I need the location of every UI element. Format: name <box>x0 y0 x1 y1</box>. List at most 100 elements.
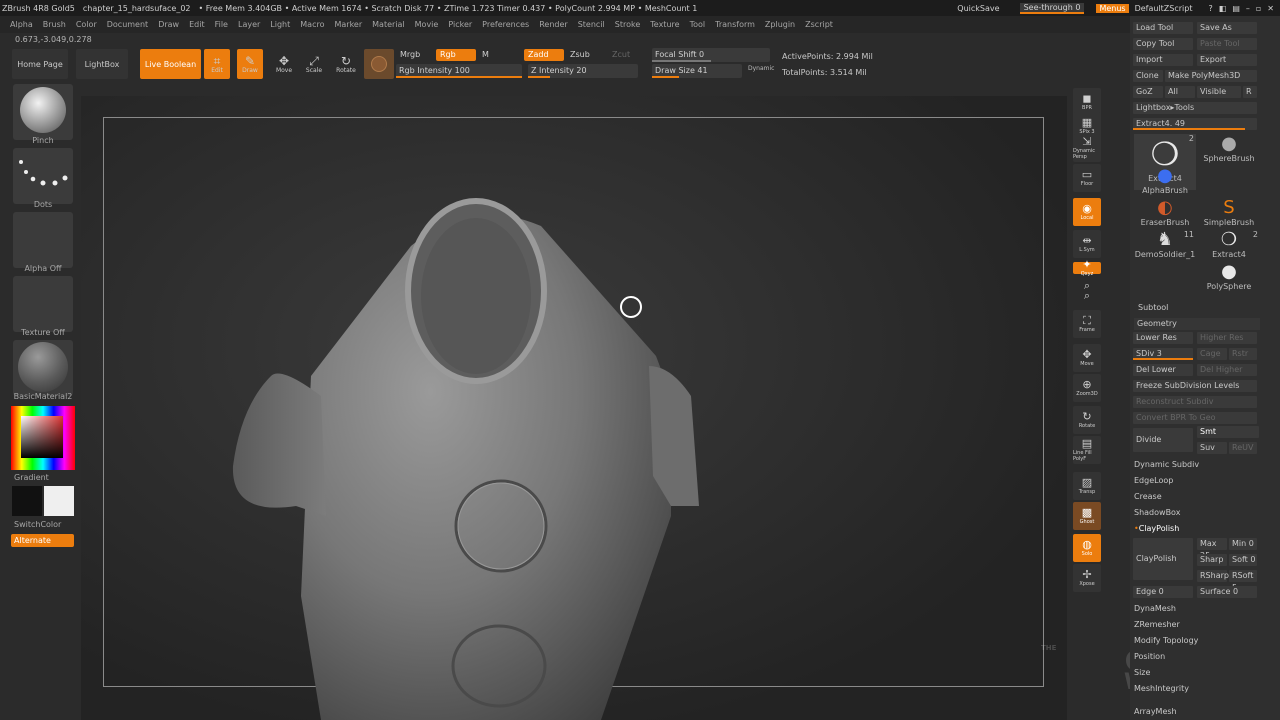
viewport-button-transp[interactable]: ▨ Transp <box>1073 472 1101 500</box>
soft-slider[interactable]: Soft 0 <box>1229 554 1257 566</box>
divide-button[interactable]: Divide <box>1133 428 1193 452</box>
menu-preferences[interactable]: Preferences <box>482 20 529 29</box>
viewport-button-line-fill-polyf[interactable]: ▤ Line Fill PolyF <box>1073 436 1101 464</box>
menu-draw[interactable]: Draw <box>158 20 179 29</box>
menu-movie[interactable]: Movie <box>415 20 439 29</box>
modify-topology-header[interactable]: Modify Topology <box>1134 635 1198 647</box>
crease-header[interactable]: Crease <box>1134 491 1162 503</box>
help-icon[interactable]: ? <box>1209 4 1213 13</box>
viewport-button-ghost[interactable]: ▩ Ghost <box>1073 502 1101 530</box>
viewport-button-rotate[interactable]: ↻ Rotate <box>1073 406 1101 434</box>
minimize-icon[interactable]: – <box>1246 4 1250 13</box>
viewport-button-icon-8[interactable]: ⌕ <box>1073 290 1101 302</box>
visible-button[interactable]: Visible <box>1197 86 1241 98</box>
sculpt-model[interactable] <box>81 96 1067 720</box>
zcut-button[interactable]: Zcut <box>608 49 634 61</box>
menu-macro[interactable]: Macro <box>300 20 324 29</box>
menu-zscript[interactable]: Zscript <box>805 20 833 29</box>
sharp-slider[interactable]: Sharp <box>1197 554 1227 566</box>
see-through-slider[interactable]: See-through 0 <box>1019 2 1085 14</box>
tool-thumbnail-polysphere[interactable]: ● PolySphere <box>1198 262 1260 292</box>
brush-thumbnail[interactable] <box>13 84 73 140</box>
menu-marker[interactable]: Marker <box>334 20 362 29</box>
menu-transform[interactable]: Transform <box>715 20 755 29</box>
size-header[interactable]: Size <box>1134 667 1150 679</box>
zadd-button[interactable]: Zadd <box>524 49 564 61</box>
geometry-header[interactable]: Geometry <box>1134 318 1260 330</box>
tool-thumbnail-alphabrush[interactable]: ● AlphaBrush <box>1134 166 1196 196</box>
zsub-button[interactable]: Zsub <box>566 49 594 61</box>
canvas-viewport[interactable]: THE <box>81 96 1067 720</box>
goz-button[interactable]: GoZ <box>1133 86 1163 98</box>
subtool-header[interactable]: Subtool <box>1138 302 1168 314</box>
edit-button[interactable]: ⌗ Edit <box>204 49 230 79</box>
viewport-button-xpose[interactable]: ✢ Xpose <box>1073 564 1101 592</box>
z-intensity-slider[interactable]: Z Intensity 20 <box>528 64 638 78</box>
del-higher-button[interactable]: Del Higher <box>1197 364 1257 376</box>
tool-thumbnail-extract4[interactable]: ❍ Extract4 2 <box>1198 230 1260 260</box>
viewport-button-dynamic-persp[interactable]: ⇲ Dynamic Persp <box>1073 134 1101 162</box>
restore-icon[interactable]: ▫ <box>1256 4 1261 13</box>
max-slider[interactable]: Max 25 <box>1197 538 1227 560</box>
draw-button[interactable]: ✎ Draw <box>237 49 263 79</box>
sdiv-slider[interactable]: SDiv 3 <box>1133 348 1193 360</box>
home-page-button[interactable]: Home Page <box>12 49 68 79</box>
live-boolean-button[interactable]: Live Boolean <box>140 49 201 79</box>
viewport-button-floor[interactable]: ▭ Floor <box>1073 164 1101 192</box>
menu-tool[interactable]: Tool <box>690 20 706 29</box>
mrgb-button[interactable]: Mrgb <box>396 49 424 61</box>
reuv-button[interactable]: ReUV <box>1229 442 1257 454</box>
copy-tool-button[interactable]: Copy Tool <box>1133 38 1193 50</box>
rgb-button[interactable]: Rgb <box>436 49 476 61</box>
menu-layer[interactable]: Layer <box>238 20 260 29</box>
menu-color[interactable]: Color <box>76 20 97 29</box>
menu-alpha[interactable]: Alpha <box>10 20 33 29</box>
make-polymesh-button[interactable]: Make PolyMesh3D <box>1165 70 1257 82</box>
lightbox-button[interactable]: LightBox <box>76 49 128 79</box>
menu-picker[interactable]: Picker <box>448 20 472 29</box>
menu-light[interactable]: Light <box>270 20 290 29</box>
stroke-thumbnail[interactable] <box>13 148 73 204</box>
min-slider[interactable]: Min 0 <box>1229 538 1257 550</box>
color-picker[interactable] <box>11 406 75 470</box>
draw-size-slider[interactable]: Draw Size 41 <box>652 64 742 78</box>
rstr-button[interactable]: Rstr <box>1229 348 1257 360</box>
save-as-button[interactable]: Save As <box>1197 22 1257 34</box>
menu-file[interactable]: File <box>215 20 228 29</box>
menu-stencil[interactable]: Stencil <box>578 20 605 29</box>
main-color-swatch[interactable] <box>44 486 74 516</box>
interface-icon[interactable]: ◧ <box>1219 4 1227 13</box>
viewport-button-qxyz[interactable]: ✦ Qxyz <box>1073 259 1101 277</box>
rgb-intensity-slider[interactable]: Rgb Intensity 100 <box>396 64 522 78</box>
menu-zplugin[interactable]: Zplugin <box>765 20 795 29</box>
viewport-button-l-sym[interactable]: ⇹ L.Sym <box>1073 230 1101 258</box>
m-button[interactable]: M <box>478 49 493 61</box>
r-button[interactable]: R <box>1243 86 1257 98</box>
close-icon[interactable]: ✕ <box>1267 4 1274 13</box>
lock-icon[interactable]: ▤ <box>1232 4 1240 13</box>
alpha-thumbnail[interactable] <box>13 212 73 268</box>
tool-thumbnail-simplebrush[interactable]: S SimpleBrush <box>1198 198 1260 228</box>
dynamic-toggle[interactable]: Dynamic <box>748 65 774 72</box>
current-tool-slider[interactable]: Extract4. 49 <box>1133 118 1257 130</box>
clone-button[interactable]: Clone <box>1133 70 1163 82</box>
menu-texture[interactable]: Texture <box>650 20 679 29</box>
shadowbox-header[interactable]: ShadowBox <box>1134 507 1180 519</box>
rsoft-slider[interactable]: RSoft 5 <box>1229 570 1257 592</box>
viewport-button-local[interactable]: ◉ Local <box>1073 198 1101 226</box>
menu-stroke[interactable]: Stroke <box>615 20 641 29</box>
menu-edit[interactable]: Edit <box>189 20 205 29</box>
dynamesh-header[interactable]: DynaMesh <box>1134 603 1176 615</box>
menu-render[interactable]: Render <box>539 20 567 29</box>
edge-slider[interactable]: Edge 0 <box>1133 586 1193 598</box>
viewport-button-move[interactable]: ✥ Move <box>1073 344 1101 372</box>
menu-brush[interactable]: Brush <box>43 20 66 29</box>
all-button[interactable]: All <box>1165 86 1195 98</box>
meshintegrity-header[interactable]: MeshIntegrity <box>1134 683 1189 695</box>
tool-thumbnail-spherebrush[interactable]: ● SphereBrush <box>1198 134 1260 164</box>
material-thumbnail[interactable] <box>13 340 73 396</box>
cage-button[interactable]: Cage <box>1197 348 1227 360</box>
import-button[interactable]: Import <box>1133 54 1193 66</box>
del-lower-button[interactable]: Del Lower <box>1133 364 1193 376</box>
arraymesh-header[interactable]: ArrayMesh <box>1134 706 1177 718</box>
